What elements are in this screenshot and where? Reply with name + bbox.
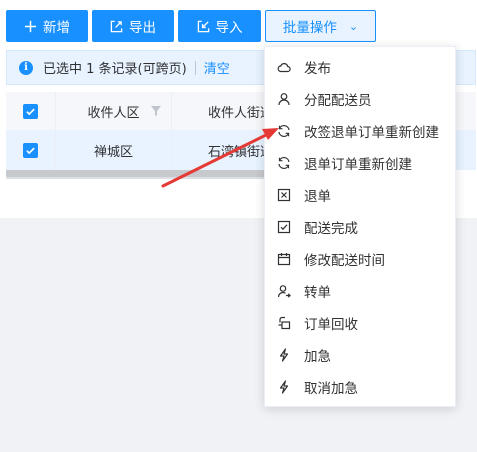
batch-operations-button[interactable]: 批量操作 ⌄ [265,10,376,42]
menu-item-label: 加急 [304,349,331,365]
district-cell: 禅城区 [56,130,172,170]
selection-count-text: 已选中 1 条记录(可跨页) [43,62,187,77]
menu-item-label: 配送完成 [304,221,358,237]
info-icon: i [19,60,33,75]
horizontal-scrollbar[interactable] [6,170,270,177]
export-button-label: 导出 [129,20,156,36]
menu-item-label: 退单 [304,189,331,205]
add-button-label: 新增 [43,20,70,36]
plus-icon [24,20,37,32]
column-header-street[interactable]: 收件人街道 [172,92,272,130]
chevron-down-icon: ⌄ [348,19,359,33]
menu-item-order-recycle[interactable]: 订单回收 [265,307,455,339]
row-select-cell [6,130,56,170]
divider [194,60,196,75]
check-icon [26,108,35,115]
menu-item-return-recreate[interactable]: 退单订单重新创建 [265,147,455,179]
column-header-label: 收件人街道 [208,105,272,121]
add-button[interactable]: 新增 [6,10,88,42]
menu-item-label: 退单订单重新创建 [304,157,412,173]
menu-item-label: 分配配送员 [304,93,372,109]
menu-item-label: 取消加急 [304,381,358,397]
user-icon [277,92,291,106]
batch-operations-label: 批量操作 [282,20,337,36]
lightning-icon [277,348,291,362]
export-icon [110,20,123,32]
export-button[interactable]: 导出 [92,10,174,42]
cloud-icon [277,60,291,74]
column-header-label: 收件人区 [87,105,140,121]
refresh-icon [277,124,291,138]
menu-item-label: 改签退单订单重新创建 [304,125,439,141]
menu-item-assign-courier[interactable]: 分配配送员 [265,83,455,115]
clear-selection-link[interactable]: 清空 [204,58,230,77]
user-transfer-icon [277,284,291,298]
calendar-icon [277,252,291,266]
street-cell: 石湾镇街道 [208,144,272,160]
menu-item-rebook-recreate[interactable]: 改签退单订单重新创建 [265,115,455,147]
menu-item-publish[interactable]: 发布 [265,51,455,83]
filter-icon[interactable] [151,106,161,116]
menu-item-return[interactable]: 退单 [265,179,455,211]
menu-item-change-delivery-time[interactable]: 修改配送时间 [265,243,455,275]
menu-item-cancel-expedite[interactable]: 取消加急 [265,371,455,403]
menu-item-label: 转单 [304,285,331,301]
select-all-checkbox[interactable] [23,103,38,119]
lightning-icon [277,380,291,394]
menu-item-expedite[interactable]: 加急 [265,339,455,371]
import-button[interactable]: 导入 [178,10,261,42]
batch-operations-menu: 发布 分配配送员 改签退单订单重新创建 退单订单重新创建 退单 配送完成 修改配… [264,46,456,407]
menu-item-label: 发布 [304,61,331,77]
import-button-label: 导入 [215,20,243,36]
table-bottom-border [6,177,270,179]
menu-item-label: 修改配送时间 [304,253,385,269]
check-box-icon [277,220,291,234]
close-box-icon [277,188,291,202]
row-checkbox[interactable] [23,142,38,158]
column-header-district[interactable]: 收件人区 [56,92,172,130]
menu-item-transfer[interactable]: 转单 [265,275,455,307]
check-icon [26,147,35,154]
select-all-cell [6,92,56,130]
menu-item-label: 订单回收 [304,317,358,333]
import-icon [197,20,209,32]
refresh-icon [277,156,291,170]
recycle-icon [277,316,291,330]
menu-item-delivery-complete[interactable]: 配送完成 [265,211,455,243]
